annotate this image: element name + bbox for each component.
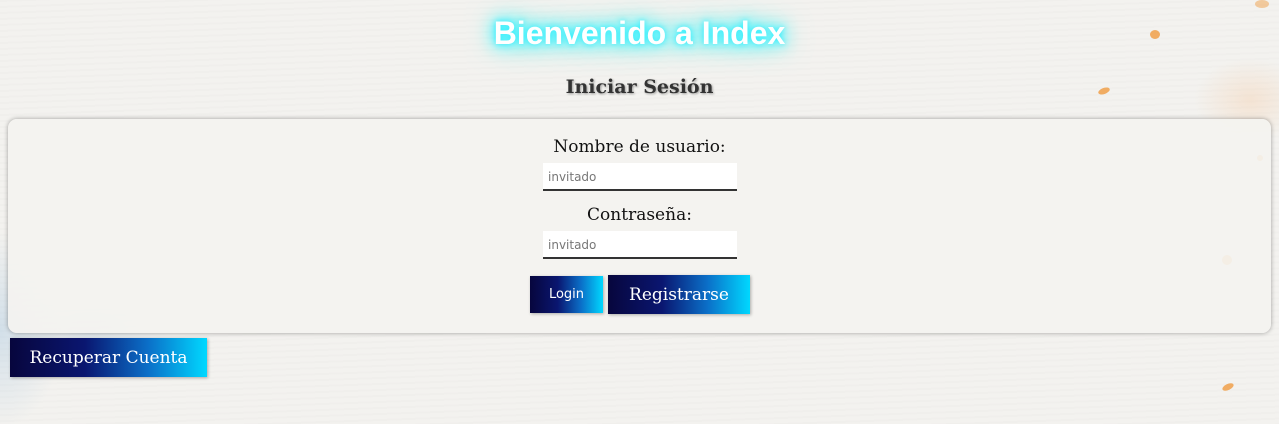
password-label: Contraseña: <box>587 205 692 225</box>
paint-splash <box>1221 381 1235 393</box>
page-subtitle: Iniciar Sesión <box>565 76 714 98</box>
recover-account-button[interactable]: Recuperar Cuenta <box>10 338 207 377</box>
username-input[interactable] <box>543 163 737 191</box>
login-button[interactable]: Login <box>530 276 603 313</box>
login-form-card: Nombre de usuario: Contraseña: Login Reg… <box>8 119 1271 333</box>
paint-splash <box>1255 0 1269 8</box>
username-label: Nombre de usuario: <box>553 137 726 157</box>
page-title: Bienvenido a Index <box>493 15 786 51</box>
password-input[interactable] <box>543 231 737 259</box>
register-button[interactable]: Registrarse <box>608 275 750 314</box>
